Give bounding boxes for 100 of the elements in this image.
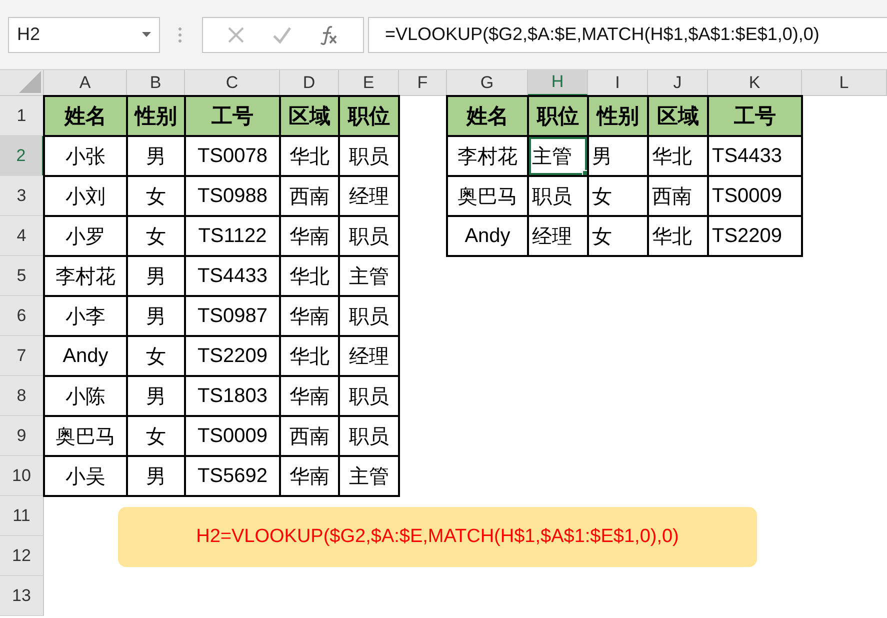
cancel-icon[interactable] bbox=[226, 26, 245, 44]
table-cell: 职员 bbox=[339, 136, 399, 176]
table-cell: 男 bbox=[127, 376, 185, 416]
table-cell: TS0078 bbox=[185, 136, 280, 176]
table-cell: 男 bbox=[127, 256, 185, 296]
table-cell: 小陈 bbox=[44, 376, 127, 416]
table-cell: 小吴 bbox=[44, 456, 127, 496]
row-header[interactable]: 12 bbox=[0, 536, 44, 576]
table-cell: 职员 bbox=[339, 376, 399, 416]
table-cell: TS4433 bbox=[708, 136, 802, 176]
table-cell: 李村花 bbox=[447, 136, 528, 176]
table-cell: 男 bbox=[127, 456, 185, 496]
header-cell: 职位 bbox=[339, 96, 399, 136]
table-cell: 女 bbox=[127, 216, 185, 256]
table-cell: 小李 bbox=[44, 296, 127, 336]
column-header[interactable]: K bbox=[708, 70, 802, 96]
table-cell: 小张 bbox=[44, 136, 127, 176]
name-box[interactable]: H2 bbox=[8, 16, 160, 52]
table-cell: 职员 bbox=[339, 296, 399, 336]
row-header[interactable]: 4 bbox=[0, 216, 44, 256]
column-header[interactable]: A bbox=[44, 70, 127, 96]
table-cell: TS2209 bbox=[708, 216, 802, 256]
table-cell: 女 bbox=[588, 176, 648, 216]
table-cell: TS4433 bbox=[185, 256, 280, 296]
table-cell: 小罗 bbox=[44, 216, 127, 256]
header-cell: 姓名 bbox=[44, 96, 127, 136]
confirm-icon[interactable] bbox=[272, 26, 292, 44]
row-header[interactable]: 3 bbox=[0, 176, 44, 216]
row-header[interactable]: 8 bbox=[0, 376, 44, 416]
row-header[interactable]: 5 bbox=[0, 256, 44, 296]
table-cell: 奥巴马 bbox=[447, 176, 528, 216]
row-header[interactable]: 2 bbox=[0, 136, 44, 176]
table-cell: TS1803 bbox=[185, 376, 280, 416]
formula-note: H2=VLOOKUP($G2,$A:$E,MATCH(H$1,$A$1:$E$1,0),0) bbox=[118, 507, 757, 567]
row-header[interactable]: 10 bbox=[0, 456, 44, 496]
header-cell: 区域 bbox=[280, 96, 339, 136]
column-header[interactable]: F bbox=[399, 70, 447, 96]
table-cell: 小刘 bbox=[44, 176, 127, 216]
table-cell: 华北 bbox=[280, 256, 339, 296]
caret-icon bbox=[142, 32, 151, 37]
formula-field[interactable]: =VLOOKUP($G2,$A:$E,MATCH(H$1,$A$1:$E$1,0),0) bbox=[368, 16, 887, 52]
table-cell: 男 bbox=[127, 296, 185, 336]
row-header[interactable]: 7 bbox=[0, 336, 44, 376]
row-header[interactable]: 6 bbox=[0, 296, 44, 336]
table-cell: TS0987 bbox=[185, 296, 280, 336]
selected-cell: 主管 bbox=[528, 136, 588, 176]
table-cell: 经理 bbox=[339, 336, 399, 376]
column-header[interactable]: J bbox=[648, 70, 708, 96]
column-header[interactable]: D bbox=[280, 70, 339, 96]
table-cell: 华南 bbox=[280, 456, 339, 496]
row-header[interactable]: 9 bbox=[0, 416, 44, 456]
table-cell: Andy bbox=[447, 216, 528, 256]
header-cell: 性别 bbox=[127, 96, 185, 136]
table-cell: 华北 bbox=[648, 216, 708, 256]
row-header[interactable]: 11 bbox=[0, 496, 44, 536]
column-header[interactable]: L bbox=[802, 70, 887, 96]
table-cell: 华南 bbox=[280, 376, 339, 416]
column-header[interactable]: C bbox=[185, 70, 280, 96]
table-cell: 西南 bbox=[280, 176, 339, 216]
table-cell: 李村花 bbox=[44, 256, 127, 296]
table-cell: 经理 bbox=[339, 176, 399, 216]
table-cell: 西南 bbox=[648, 176, 708, 216]
table-cell: 华北 bbox=[280, 336, 339, 376]
table-cell: 华南 bbox=[280, 216, 339, 256]
table-cell: Andy bbox=[44, 336, 127, 376]
column-header[interactable]: E bbox=[339, 70, 399, 96]
table-cell: 主管 bbox=[339, 256, 399, 296]
table-cell: 主管 bbox=[339, 456, 399, 496]
header-cell: 工号 bbox=[708, 96, 802, 136]
column-header[interactable]: I bbox=[588, 70, 648, 96]
table-cell: 女 bbox=[127, 416, 185, 456]
row-header[interactable]: 1 bbox=[0, 96, 44, 136]
table-cell: TS0988 bbox=[185, 176, 280, 216]
table-cell: TS5692 bbox=[185, 456, 280, 496]
column-header[interactable]: B bbox=[127, 70, 185, 96]
table-cell: 华北 bbox=[280, 136, 339, 176]
column-header[interactable]: G bbox=[447, 70, 528, 96]
table-cell: 华北 bbox=[648, 136, 708, 176]
header-cell: 姓名 bbox=[447, 96, 528, 136]
table-cell: TS0009 bbox=[185, 416, 280, 456]
table-cell: 西南 bbox=[280, 416, 339, 456]
table-cell: 职员 bbox=[339, 216, 399, 256]
table-cell: TS0009 bbox=[708, 176, 802, 216]
select-all-corner[interactable] bbox=[0, 70, 44, 96]
header-cell: 职位 bbox=[528, 96, 588, 136]
header-cell: 性别 bbox=[588, 96, 648, 136]
table-cell: TS2209 bbox=[185, 336, 280, 376]
table-cell: 奥巴马 bbox=[44, 416, 127, 456]
function-icon[interactable] bbox=[319, 24, 340, 44]
table-cell: 男 bbox=[127, 136, 185, 176]
table-cell: 女 bbox=[127, 336, 185, 376]
table-cell: TS1122 bbox=[185, 216, 280, 256]
table-cell: 华南 bbox=[280, 296, 339, 336]
table-cell: 女 bbox=[588, 216, 648, 256]
header-cell: 区域 bbox=[648, 96, 708, 136]
row-header[interactable]: 13 bbox=[0, 576, 44, 616]
table-cell: 职员 bbox=[339, 416, 399, 456]
header-cell: 工号 bbox=[185, 96, 280, 136]
grip-icon bbox=[178, 26, 182, 42]
column-header[interactable]: H bbox=[528, 70, 588, 96]
